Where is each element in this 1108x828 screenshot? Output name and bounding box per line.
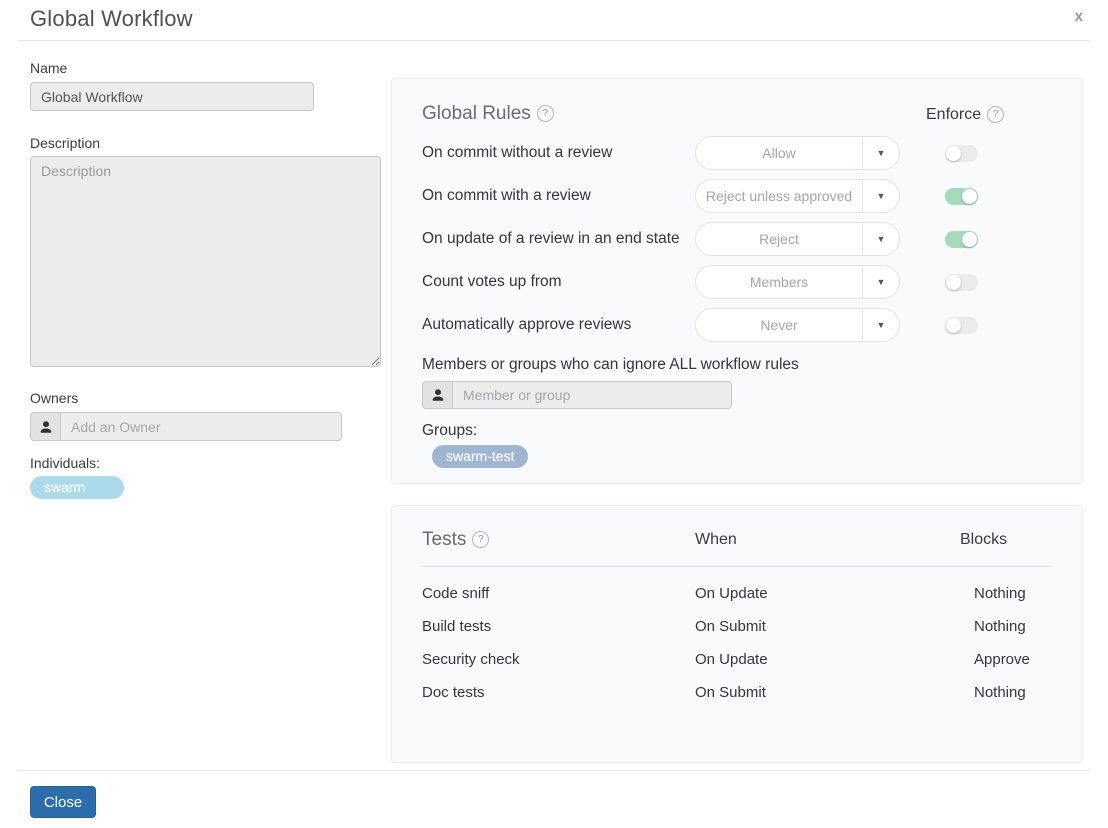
test-when: On Submit: [695, 618, 960, 635]
test-blocks: Nothing: [960, 618, 1026, 635]
test-blocks: Nothing: [960, 684, 1026, 701]
global-rules-panel: Global Rules ? Enforce ? On commit witho…: [391, 78, 1083, 484]
table-row: Code sniff On Update Nothing: [422, 577, 1052, 610]
user-icon: [422, 381, 452, 409]
enforce-toggle[interactable]: [945, 188, 978, 205]
rule-select: Members ▼: [695, 265, 900, 299]
groups-label: Groups:: [422, 422, 477, 440]
individuals-label: Individuals:: [30, 455, 100, 471]
description-label: Description: [30, 135, 100, 151]
blocks-column-header: Blocks: [960, 531, 1007, 549]
rule-select: Allow ▼: [695, 136, 900, 170]
toggle-knob: [946, 275, 961, 290]
toggle-knob: [962, 232, 977, 247]
test-when: On Submit: [695, 684, 960, 701]
test-name: Code sniff: [422, 585, 695, 602]
group-tag: swarm-test: [432, 445, 528, 468]
global-rules-help-icon[interactable]: ?: [537, 105, 554, 122]
rule-select-value[interactable]: Never: [696, 309, 862, 341]
name-label: Name: [30, 60, 67, 76]
test-name: Security check: [422, 651, 695, 668]
enforce-help-icon[interactable]: ?: [987, 106, 1004, 123]
test-blocks: Nothing: [960, 585, 1026, 602]
rule-label: On commit with a review: [422, 187, 695, 205]
rule-row-auto-approve: Automatically approve reviews Never ▼: [422, 308, 1052, 342]
rule-select: Reject ▼: [695, 222, 900, 256]
close-icon[interactable]: x: [1075, 9, 1083, 24]
rule-select: Never ▼: [695, 308, 900, 342]
rule-row-commit-without-review: On commit without a review Allow ▼: [422, 136, 1052, 170]
close-button[interactable]: Close: [30, 786, 96, 818]
table-row: Security check On Update Approve: [422, 643, 1052, 676]
owners-label: Owners: [30, 390, 78, 406]
rule-label: Count votes up from: [422, 273, 695, 291]
rule-row-count-votes: Count votes up from Members ▼: [422, 265, 1052, 299]
rule-select-value[interactable]: Reject unless approved: [696, 180, 862, 212]
toggle-knob: [946, 318, 961, 333]
test-name: Build tests: [422, 618, 695, 635]
table-row: Build tests On Submit Nothing: [422, 610, 1052, 643]
chevron-down-icon[interactable]: ▼: [862, 266, 899, 298]
toggle-knob: [946, 146, 961, 161]
chevron-down-icon[interactable]: ▼: [862, 223, 899, 255]
footer-divider: [18, 770, 1090, 771]
description-textarea[interactable]: [30, 156, 381, 367]
when-column-header: When: [695, 531, 960, 549]
enforce-label: Enforce: [926, 106, 981, 124]
tests-header-row: Tests ? When Blocks: [422, 528, 1052, 552]
toggle-knob: [962, 189, 977, 204]
member-or-group-input[interactable]: [452, 381, 732, 409]
user-icon: [30, 412, 60, 441]
name-input[interactable]: [30, 82, 314, 111]
rule-select-value[interactable]: Reject: [696, 223, 862, 255]
ignore-rules-label: Members or groups who can ignore ALL wor…: [422, 356, 799, 374]
rule-select: Reject unless approved ▼: [695, 179, 900, 213]
test-when: On Update: [695, 585, 960, 602]
chevron-down-icon[interactable]: ▼: [862, 180, 899, 212]
rule-select-value[interactable]: Members: [696, 266, 862, 298]
test-name: Doc tests: [422, 684, 695, 701]
test-when: On Update: [695, 651, 960, 668]
tests-panel: Tests ? When Blocks Code sniff On Update…: [391, 505, 1083, 763]
enforce-toggle[interactable]: [945, 231, 978, 248]
tests-table-body: Code sniff On Update Nothing Build tests…: [422, 577, 1052, 709]
rule-row-commit-with-review: On commit with a review Reject unless ap…: [422, 179, 1052, 213]
enforce-toggle[interactable]: [945, 317, 978, 334]
rule-row-update-end-state: On update of a review in an end state Re…: [422, 222, 1052, 256]
enforce-header: Enforce ?: [926, 106, 1004, 124]
test-blocks: Approve: [960, 651, 1030, 668]
page-title: Global Workflow: [30, 6, 193, 32]
rule-select-value[interactable]: Allow: [696, 137, 862, 169]
header-divider: [18, 40, 1090, 41]
chevron-down-icon[interactable]: ▼: [862, 137, 899, 169]
tests-help-icon[interactable]: ?: [472, 531, 489, 548]
chevron-down-icon[interactable]: ▼: [862, 309, 899, 341]
add-owner-input[interactable]: [60, 412, 342, 441]
rule-label: On commit without a review: [422, 144, 695, 162]
tests-title-text: Tests: [422, 529, 466, 551]
table-row: Doc tests On Submit Nothing: [422, 676, 1052, 709]
member-group-input-group: [422, 381, 732, 409]
owner-input-group: [30, 412, 342, 441]
tests-title: Tests ?: [422, 529, 695, 551]
enforce-toggle[interactable]: [945, 145, 978, 162]
rule-label: On update of a review in an end state: [422, 230, 695, 248]
individual-tag: swarm: [30, 476, 124, 499]
global-rules-title: Global Rules ?: [422, 103, 554, 125]
rule-label: Automatically approve reviews: [422, 316, 695, 334]
global-rules-title-text: Global Rules: [422, 103, 531, 125]
tests-header-divider: [422, 566, 1052, 567]
enforce-toggle[interactable]: [945, 274, 978, 291]
